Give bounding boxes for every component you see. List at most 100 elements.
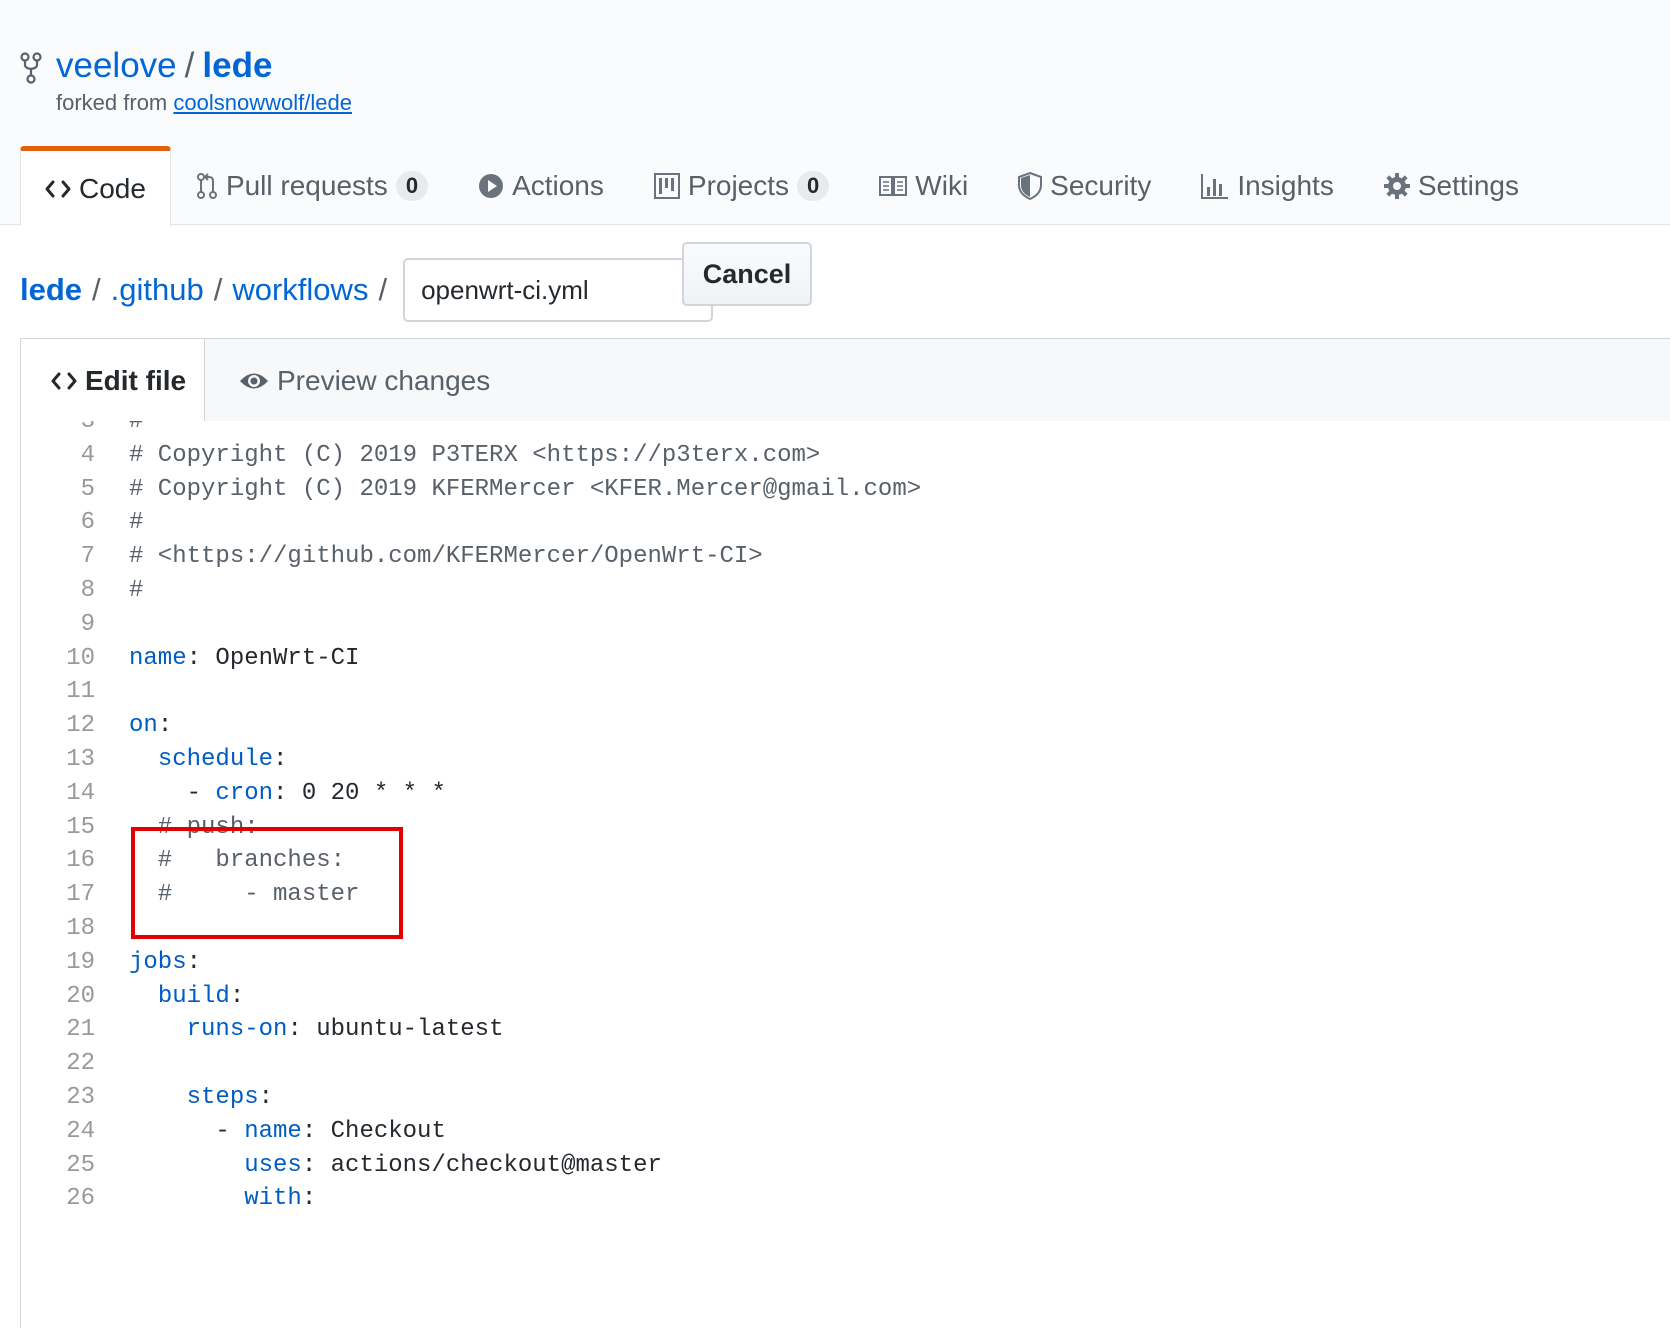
line-number: 16 (66, 847, 95, 875)
code-line: 25 uses: actions/checkout@master (21, 1149, 1621, 1183)
code-icon (51, 371, 77, 391)
line-number: 3 (80, 421, 95, 435)
breadcrumb-root-link[interactable]: lede (20, 272, 82, 308)
forked-from-label: forked from (56, 90, 168, 115)
graph-icon (1201, 173, 1229, 199)
tab-settings-label: Settings (1417, 169, 1519, 201)
tab-actions[interactable]: Actions (453, 146, 629, 224)
code-text: with: (244, 1185, 317, 1213)
code-text: # (129, 421, 144, 435)
line-number: 24 (66, 1117, 95, 1145)
code-text: - name: Checkout (129, 1117, 446, 1145)
code-line: 20 build: (21, 980, 1621, 1014)
line-number: 9 (80, 610, 95, 638)
code-line: 23 steps: (21, 1081, 1621, 1115)
code-text: uses: actions/checkout@master (244, 1151, 662, 1179)
code-line: 26 with: (21, 1182, 1621, 1216)
gear-icon (1383, 172, 1410, 199)
line-number: 21 (66, 1016, 95, 1044)
repo-title-separator: / (184, 46, 195, 85)
repo-fork-icon (20, 52, 42, 84)
code-line: 12 on: (21, 709, 1621, 743)
code-line: 22 (21, 1047, 1621, 1081)
fork-source-link[interactable]: coolsnowwolf/lede (173, 90, 352, 115)
repo-owner-link[interactable]: veelove (56, 46, 177, 85)
code-line: 13 schedule: (21, 743, 1621, 777)
highlight-annotation-box (131, 827, 403, 939)
code-text: runs-on: ubuntu-latest (186, 1016, 504, 1044)
tab-preview-changes-label: Preview changes (277, 364, 491, 396)
tab-pull-requests[interactable]: Pull requests 0 (171, 146, 453, 224)
code-line: 21 runs-on: ubuntu-latest (21, 1013, 1621, 1047)
repo-header: veelove / lede forked from coolsnowwolf/le… (0, 0, 1670, 226)
file-path-breadcrumb: lede / .github / workflows / (20, 256, 714, 324)
tab-preview-changes[interactable]: Preview changes (239, 339, 490, 422)
tab-projects[interactable]: Projects 0 (629, 146, 854, 224)
repo-name-link[interactable]: lede (202, 46, 272, 85)
line-number: 11 (66, 678, 95, 706)
file-editor: Edit file Preview changes 3 #4 # Copyright… (20, 338, 1670, 1331)
shield-icon (1018, 171, 1043, 200)
code-line: 3 # (21, 421, 1621, 439)
line-number: 6 (80, 509, 95, 537)
line-number: 19 (66, 948, 95, 976)
book-icon (879, 175, 908, 197)
tab-settings[interactable]: Settings (1359, 146, 1544, 224)
breadcrumb-separator: / (92, 272, 101, 307)
code-line: 5 # Copyright (C) 2019 KFERMercer <KFER.M… (21, 473, 1621, 507)
tab-wiki-label: Wiki (915, 169, 969, 201)
code-text: - cron: 0 20 * * * (129, 779, 446, 807)
tab-projects-label: Projects (687, 169, 790, 201)
breadcrumb-separator: / (378, 272, 388, 307)
code-text: name: OpenWrt-CI (129, 644, 360, 672)
code-line: 24 - name: Checkout (21, 1115, 1621, 1149)
code-text: schedule: (157, 746, 288, 773)
tab-security-label: Security (1050, 169, 1152, 201)
line-number: 20 (66, 982, 95, 1010)
tab-actions-label: Actions (512, 169, 604, 201)
code-icon (45, 179, 71, 199)
code-text: steps: (186, 1084, 274, 1111)
code-text: # Copyright (C) 2019 P3TERX <https://p3t… (129, 441, 821, 469)
filename-input[interactable] (403, 258, 714, 322)
code-line: 7 # <https://github.com/KFERMercer/OpenWr… (21, 540, 1621, 574)
tab-code[interactable]: Code (20, 146, 171, 226)
repo-nav-tabs: Code Pull requests 0 Actions Projects 0 (20, 146, 1544, 226)
tab-edit-file-label: Edit file (85, 364, 187, 396)
line-number: 12 (66, 712, 95, 740)
tab-edit-file[interactable]: Edit file (21, 339, 205, 422)
forked-from-line: forked from coolsnowwolf/lede (56, 90, 352, 116)
eye-icon (239, 370, 269, 392)
pull-request-icon (196, 172, 218, 200)
code-line: 8 # (21, 574, 1621, 608)
code-line: 11 (21, 675, 1621, 709)
line-number: 17 (66, 881, 95, 909)
tab-insights[interactable]: Insights (1176, 146, 1359, 224)
tab-security[interactable]: Security (993, 146, 1176, 224)
breadcrumb-github-link[interactable]: .github (111, 272, 204, 308)
tab-insights-label: Insights (1237, 169, 1334, 201)
line-number: 10 (66, 644, 95, 672)
line-number: 23 (66, 1084, 95, 1111)
pull-requests-count: 0 (395, 170, 429, 201)
code-text: build: (157, 982, 245, 1010)
tab-code-label: Code (79, 172, 146, 204)
line-number: 7 (80, 543, 95, 571)
line-number: 5 (80, 475, 95, 503)
cancel-button[interactable]: Cancel (682, 242, 812, 306)
tab-pull-requests-label: Pull requests (225, 169, 388, 201)
projects-count: 0 (797, 170, 830, 201)
code-line: 10 name: OpenWrt-CI (21, 642, 1621, 676)
code-editor[interactable]: 3 #4 # Copyright (C) 2019 P3TERX <https://… (21, 421, 1670, 1331)
breadcrumb-workflows-link[interactable]: workflows (232, 272, 368, 308)
code-text: on: (129, 712, 173, 740)
code-text: # (129, 509, 144, 537)
code-line: 9 (21, 608, 1621, 642)
line-number: 4 (80, 441, 95, 469)
code-text: # Copyright (C) 2019 KFERMercer <KFER.Me… (129, 475, 922, 503)
line-number: 14 (66, 779, 95, 807)
tab-wiki[interactable]: Wiki (854, 146, 993, 224)
line-number: 13 (66, 746, 95, 773)
breadcrumb-separator: / (213, 272, 223, 307)
line-number: 15 (66, 813, 95, 841)
